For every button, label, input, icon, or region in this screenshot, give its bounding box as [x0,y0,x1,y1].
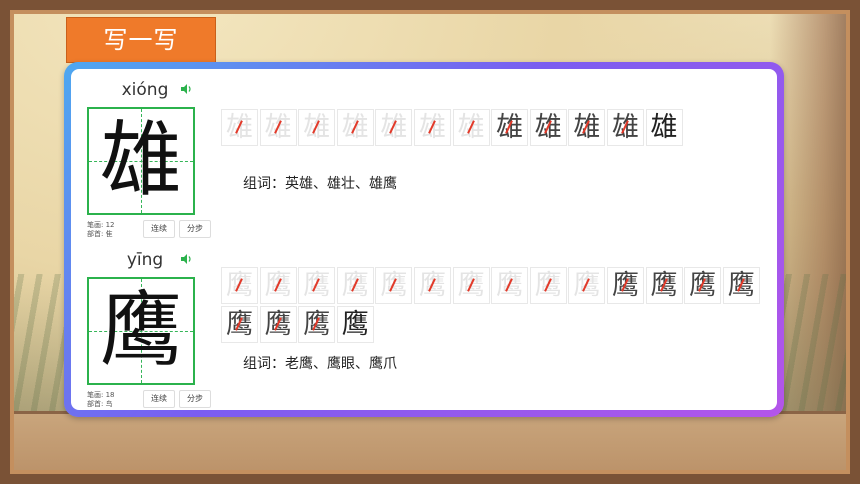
stroke-step-cell: 鹰 [221,306,258,343]
stroke-step-cell: 鹰 [413,267,451,304]
stroke-step-cell: 雄 [491,109,529,146]
pinyin-row: xióng [87,77,203,103]
stroke-step-cell: 鹰 [529,267,567,304]
stroke-step-cell: 雄 [645,109,683,146]
stroke-step-cell: 雄 [259,109,297,146]
word-examples-1: 组词：英雄、雄壮、雄鹰 [243,176,397,192]
step-button[interactable]: 分步 [179,220,211,238]
stroke-step-glyph: 雄 [380,112,408,143]
stroke-step-cell: 鹰 [336,267,374,304]
stroke-step-cell: 鹰 [452,267,490,304]
stroke-info: 笔画: 18 部首: 鸟 [87,391,115,409]
radical-label: 部首: 鸟 [87,400,113,408]
character-glyph: 鹰 [99,283,182,378]
stroke-step-cell: 鹰 [336,306,374,343]
stroke-count: 笔画: 12 [87,221,115,229]
radical-label: 部首: 隹 [87,230,113,238]
stroke-step-cell: 雄 [529,109,567,146]
stroke-step-cell: 雄 [336,109,374,146]
stroke-step-cell: 雄 [413,109,451,146]
stroke-info: 笔画: 12 部首: 隹 [87,221,115,239]
character-grid-box: 雄 [87,107,195,215]
stroke-step-cell: 鹰 [684,267,722,304]
stroke-step-cell: 鹰 [375,267,413,304]
writing-card-inner: xióng 雄 笔画: 12 部首: 隹 连续 分步 雄雄雄雄雄雄雄雄 [71,69,777,410]
stroke-count: 笔画: 18 [87,391,115,399]
stroke-step-cell: 雄 [452,109,490,146]
word-examples-2: 组词：老鹰、鹰眼、鹰爪 [243,356,397,372]
section-title: 写一写 [66,17,216,63]
stroke-step-cell: 鹰 [259,267,297,304]
stroke-step-cell: 雄 [221,109,258,146]
stroke-step-glyph: 鹰 [341,309,369,340]
speaker-icon[interactable] [179,252,193,266]
stroke-step-cell: 鹰 [568,267,606,304]
stroke-step-cell: 雄 [298,109,336,146]
stroke-step-cell: 鹰 [645,267,683,304]
stroke-step-glyph: 雄 [650,112,678,143]
stroke-step-glyph: 鹰 [380,270,408,301]
continuous-button[interactable]: 连续 [143,390,175,408]
writing-card: xióng 雄 笔画: 12 部首: 隹 连续 分步 雄雄雄雄雄雄雄雄 [64,62,784,417]
speaker-icon[interactable] [179,82,193,96]
stroke-step-cell: 雄 [606,109,644,146]
stroke-step-cell: 鹰 [298,306,336,343]
stroke-step-cell: 雄 [375,109,413,146]
step-button[interactable]: 分步 [179,390,211,408]
stroke-step-cell: 鹰 [298,267,336,304]
stroke-step-cell: 鹰 [259,306,297,343]
pinyin-text: xióng [121,80,169,100]
character-panel-1: xióng 雄 笔画: 12 部首: 隹 连续 分步 [87,77,211,241]
background-floor [0,411,860,484]
character-glyph: 雄 [99,113,182,208]
pinyin-row: yīng [87,247,203,273]
character-grid-box: 鹰 [87,277,195,385]
stroke-step-cell: 雄 [568,109,606,146]
stroke-order-row-1: 雄雄雄雄雄雄雄雄雄雄雄雄 [221,109,684,148]
stroke-step-cell: 鹰 [606,267,644,304]
stroke-step-cell: 鹰 [722,267,760,304]
stroke-step-cell: 鹰 [221,267,258,304]
continuous-button[interactable]: 连续 [143,220,175,238]
character-meta: 笔画: 18 部首: 鸟 连续 分步 [87,389,211,410]
stroke-order-row-2: 鹰鹰鹰鹰鹰鹰鹰鹰鹰鹰鹰鹰鹰鹰鹰鹰鹰鹰 [221,267,766,345]
character-panel-2: yīng 鹰 笔画: 18 部首: 鸟 连续 分步 [87,247,211,410]
stroke-step-cell: 鹰 [491,267,529,304]
pinyin-text: yīng [126,250,164,270]
character-meta: 笔画: 12 部首: 隹 连续 分步 [87,219,211,241]
